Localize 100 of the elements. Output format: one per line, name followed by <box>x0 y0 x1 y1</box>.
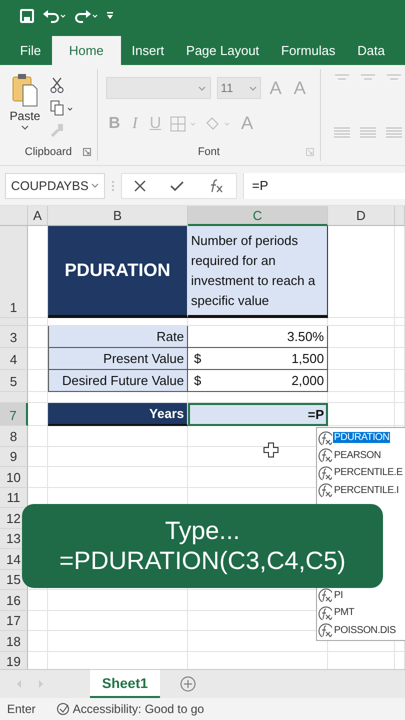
save-icon[interactable] <box>20 9 34 23</box>
empty-cell <box>28 467 48 488</box>
function-suggestion[interactable]: PI <box>317 586 405 604</box>
dialog-launcher-icon[interactable] <box>306 148 314 156</box>
scroll-right-icon[interactable] <box>38 680 44 688</box>
text-align-icon[interactable] <box>359 126 377 139</box>
ribbon-tab[interactable]: File <box>10 36 52 65</box>
customize-menu-icon[interactable] <box>106 12 114 20</box>
cell-currency-symbol: $ <box>194 351 202 366</box>
insert-function-icon[interactable] <box>208 178 224 192</box>
enter-check-icon[interactable] <box>170 180 184 192</box>
ribbon-tab[interactable]: Home <box>52 36 121 65</box>
cut-icon[interactable] <box>50 77 64 93</box>
undo-icon[interactable] <box>42 9 66 23</box>
sheet-tab[interactable]: Sheet1 <box>90 670 160 698</box>
group-label: Clipboard <box>24 146 72 158</box>
empty-cell <box>395 392 405 403</box>
caret-icon <box>21 125 29 130</box>
empty-cell <box>328 370 395 392</box>
row-header[interactable]: 10 <box>0 467 28 488</box>
redo-icon[interactable] <box>74 9 98 23</box>
row-header[interactable]: 18 <box>0 631 28 652</box>
paste-icon <box>12 73 38 107</box>
empty-cell <box>28 590 48 610</box>
caption-text: Type... <box>164 516 240 546</box>
function-suggestion[interactable]: PERCENTILE.I <box>317 482 405 499</box>
empty-cell <box>28 610 48 631</box>
accessibility-status[interactable]: Accessibility: Good to go <box>72 702 204 716</box>
row-header[interactable] <box>0 318 28 326</box>
row-header[interactable]: 5 <box>0 370 28 392</box>
cell-text: Number of periods required for an investment to reach a specific value <box>188 226 328 318</box>
function-suggestion[interactable]: PEARSON <box>317 446 405 464</box>
row-header[interactable]: 19 <box>0 652 28 669</box>
column-header[interactable]: C <box>188 206 328 226</box>
column-header[interactable]: D <box>328 206 395 226</box>
ribbon-tab[interactable]: Page Layout <box>175 36 270 65</box>
add-sheet-icon[interactable] <box>180 676 196 692</box>
scroll-left-icon[interactable] <box>16 680 22 688</box>
empty-cell <box>28 446 48 467</box>
row-header[interactable]: 3 <box>0 326 28 348</box>
function-suggestion[interactable]: PERCENTILE.E <box>317 464 405 482</box>
row-header[interactable]: 17 <box>0 610 28 631</box>
fill-color-icon[interactable] <box>204 116 232 132</box>
row-header[interactable]: 9 <box>0 446 28 467</box>
empty-cell <box>328 326 395 348</box>
font-name-field[interactable] <box>106 77 211 99</box>
empty-cell <box>328 348 395 370</box>
empty-cell <box>395 403 405 426</box>
row-header[interactable]: 11 <box>0 488 28 508</box>
drag-handle-icon <box>111 180 115 192</box>
column-header[interactable]: B <box>48 206 188 226</box>
cell-text: 3.50% <box>188 326 328 348</box>
font-size-field[interactable]: 11 <box>216 77 261 99</box>
active-cell[interactable]: =P <box>188 403 328 426</box>
function-suggestion[interactable]: PDURATION <box>317 429 405 446</box>
cell-currency-symbol: $ <box>194 373 202 388</box>
column-header[interactable] <box>395 206 405 226</box>
dialog-launcher-icon[interactable] <box>82 148 91 156</box>
cell-text: Rate <box>48 326 188 348</box>
status-mode: Enter <box>7 702 36 716</box>
select-all-button[interactable] <box>0 206 28 226</box>
format-painter-icon[interactable] <box>50 123 64 137</box>
empty-cell <box>28 631 48 652</box>
cell-text: Years <box>48 403 188 426</box>
cancel-icon[interactable] <box>134 180 146 192</box>
row-header[interactable]: 4 <box>0 348 28 370</box>
copy-icon[interactable] <box>50 100 74 116</box>
cell-text: Desired Future Value <box>48 370 188 392</box>
paste-button[interactable]: Paste <box>0 69 50 143</box>
group-label: Font <box>198 146 220 158</box>
row-header[interactable]: 1 <box>0 226 28 318</box>
empty-cell <box>28 426 48 446</box>
cell-text: PDURATION <box>48 226 188 318</box>
cursor-icon <box>263 442 279 458</box>
row-header[interactable]: 8 <box>0 426 28 446</box>
accessibility-icon[interactable] <box>56 702 70 716</box>
ribbon-tab[interactable]: Data <box>346 36 396 65</box>
text-align-icon[interactable] <box>333 126 351 139</box>
function-suggestion[interactable]: PMT <box>317 604 405 622</box>
empty-cell <box>395 370 405 392</box>
cell-value: 2,000 <box>291 373 324 388</box>
empty-cell <box>328 392 395 403</box>
row-header[interactable] <box>0 392 28 403</box>
cell-value: 1,500 <box>291 351 324 366</box>
function-suggestion[interactable]: POISSON.DIS <box>317 622 405 639</box>
text-align-icon[interactable] <box>385 126 403 139</box>
row-header[interactable]: 16 <box>0 590 28 610</box>
name-box[interactable]: COUPDAYBS <box>5 172 105 198</box>
row-header[interactable]: 7 <box>0 403 28 426</box>
dropdown-icon <box>198 86 206 90</box>
dropdown-icon <box>248 86 257 90</box>
ribbon-tab[interactable]: Insert <box>120 36 176 65</box>
name-box-value: COUPDAYBS <box>11 178 89 192</box>
formula-field[interactable]: =P <box>243 172 405 198</box>
caption-text: =PDURATION(C3,C4,C5) <box>59 546 346 576</box>
dropdown-icon <box>91 182 99 188</box>
column-header[interactable]: A <box>28 206 48 226</box>
ribbon-tab[interactable]: Formulas <box>270 36 346 65</box>
borders-icon[interactable] <box>170 116 198 132</box>
empty-cell <box>395 348 405 370</box>
